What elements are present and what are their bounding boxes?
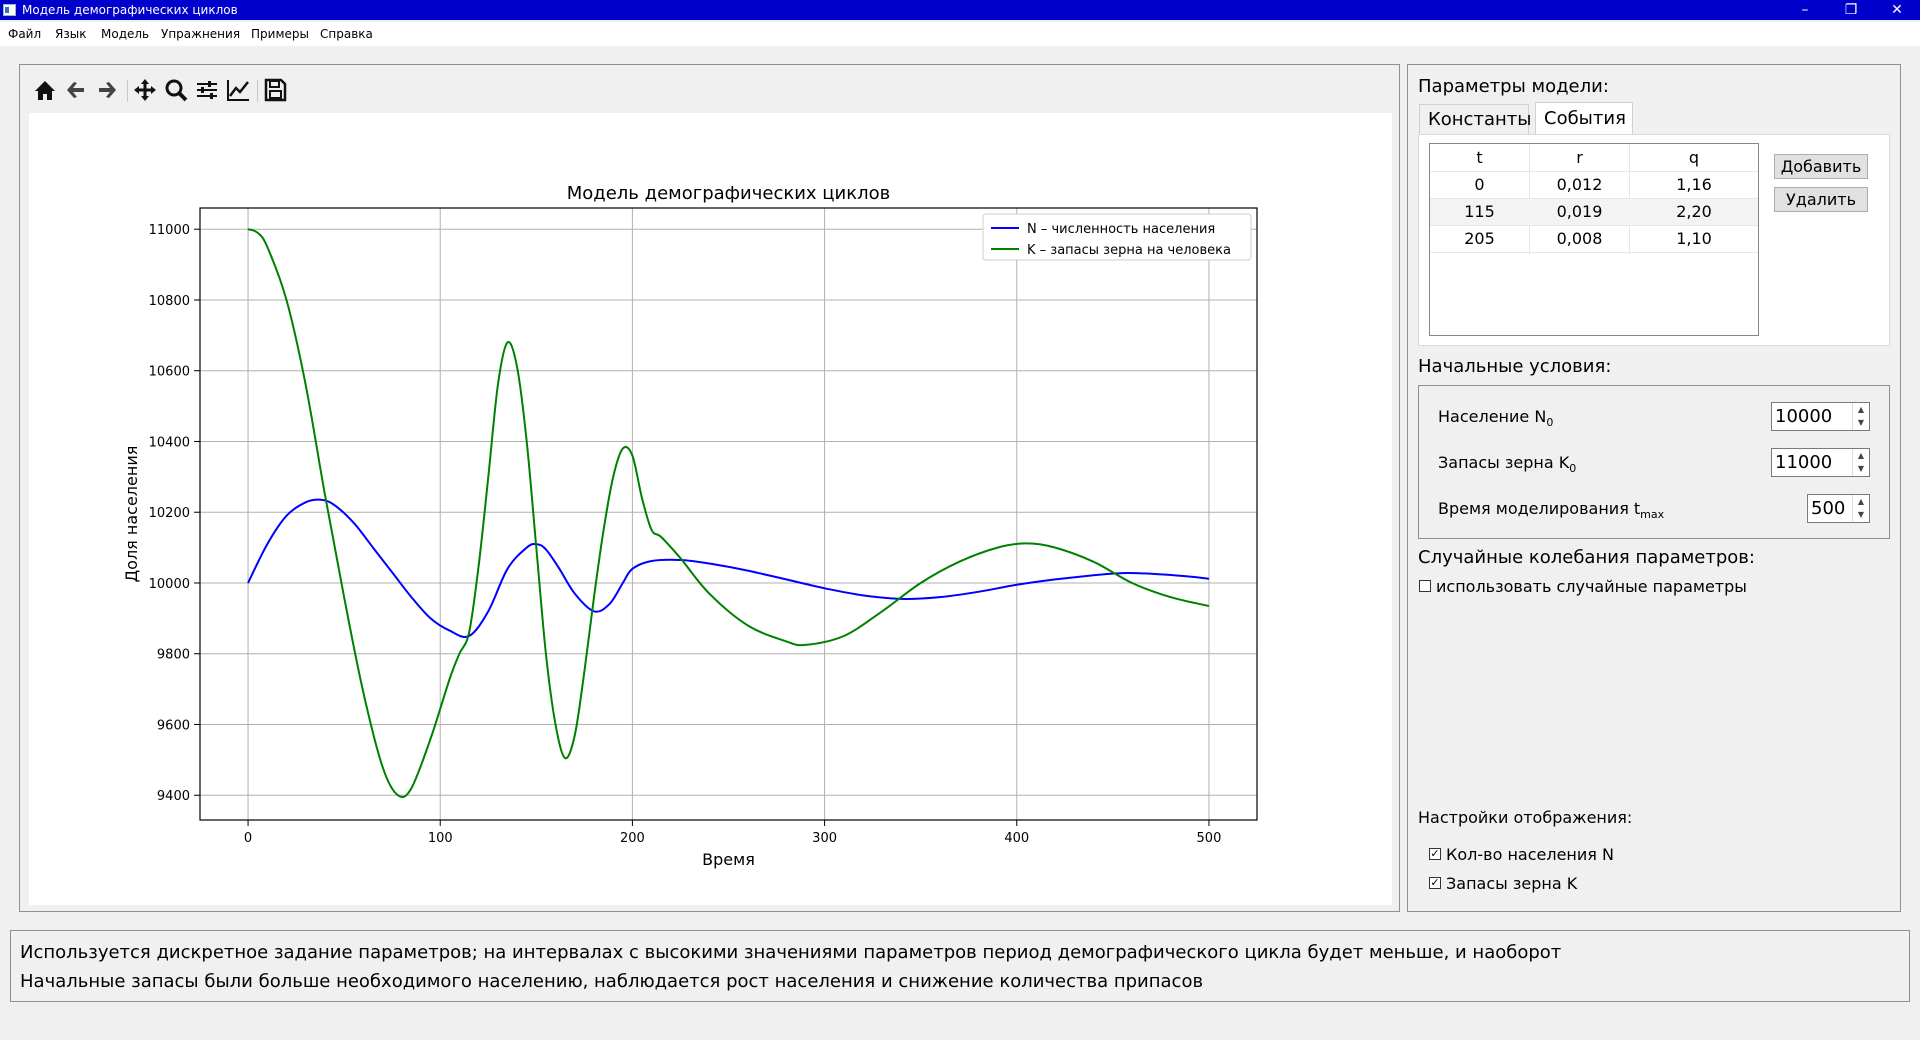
table-cell[interactable]: 0	[1430, 172, 1529, 198]
y-tick-label: 9800	[157, 648, 190, 663]
y-tick-label: 9600	[157, 718, 190, 733]
table-cell[interactable]: 0,019	[1530, 199, 1629, 225]
pan-icon[interactable]	[131, 76, 159, 104]
description-line-2: Начальные запасы были больше необходимог…	[20, 971, 1204, 992]
population-value[interactable]: 10000	[1775, 406, 1832, 427]
grain-value[interactable]: 11000	[1775, 452, 1832, 473]
table-cell[interactable]: 1,10	[1630, 226, 1758, 252]
forward-arrow-icon[interactable]	[93, 76, 121, 104]
y-tick-label: 9400	[157, 789, 190, 804]
grain-series-line	[247, 228, 1210, 799]
y-tick-label: 11000	[149, 223, 190, 238]
x-tick-label: 100	[428, 831, 453, 846]
x-tick-label: 0	[244, 831, 252, 846]
menu-examples[interactable]: Примеры	[251, 27, 309, 41]
x-axis-label: Время	[702, 850, 755, 869]
zoom-icon[interactable]	[162, 76, 190, 104]
display-settings-label: Настройки отображения:	[1418, 808, 1633, 827]
spin-down-icon[interactable]: ▼	[1853, 508, 1869, 521]
edit-axes-icon[interactable]	[224, 76, 252, 104]
table-cell[interactable]: 2,20	[1630, 199, 1758, 225]
menu-bar: Файл Язык Модель Упражнения Примеры Спра…	[0, 22, 1920, 46]
table-cell[interactable]: 0,012	[1530, 172, 1629, 198]
x-tick-label: 300	[812, 831, 837, 846]
y-tick-label: 10400	[149, 435, 190, 450]
add-event-button[interactable]: Добавить	[1774, 154, 1868, 179]
initial-conditions-label: Начальные условия:	[1418, 356, 1612, 377]
close-button[interactable]: ✕	[1874, 0, 1920, 20]
show-grain-checkbox[interactable]: ✓	[1429, 877, 1441, 889]
time-spinbox[interactable]: 500 ▲ ▼	[1807, 494, 1870, 523]
title-bar: Модель демографических циклов – ❐ ✕	[0, 0, 1920, 20]
chart-legend: N – численность населения K – запасы зерн…	[982, 213, 1252, 261]
table-cell[interactable]: 115	[1430, 199, 1529, 225]
spin-up-icon[interactable]: ▲	[1853, 403, 1869, 416]
menu-help[interactable]: Справка	[320, 27, 373, 41]
delete-event-button[interactable]: Удалить	[1774, 187, 1868, 212]
y-tick-label: 10200	[149, 506, 190, 521]
chart-svg: 0 100 200 300 400 500 9400 9600 9800 10000 10200 10…	[122, 183, 1258, 869]
table-cell[interactable]: 1,16	[1630, 172, 1758, 198]
show-grain-label[interactable]: Запасы зерна K	[1446, 874, 1577, 893]
random-params-label: Случайные колебания параметров:	[1418, 547, 1755, 568]
x-tick-label: 200	[620, 831, 645, 846]
table-cell[interactable]: 0,008	[1530, 226, 1629, 252]
table-header-q[interactable]: q	[1630, 145, 1758, 171]
show-population-label[interactable]: Кол-во населения N	[1446, 845, 1614, 864]
spin-down-icon[interactable]: ▼	[1853, 462, 1869, 475]
window-title: Модель демографических циклов	[22, 3, 238, 17]
menu-exercises[interactable]: Упражнения	[161, 27, 240, 41]
chart-title: Модель демографических циклов	[567, 183, 891, 204]
spin-up-icon[interactable]: ▲	[1853, 495, 1869, 508]
description-box: Используется дискретное задание параметр…	[10, 930, 1910, 1002]
description-line-1: Используется дискретное задание параметр…	[20, 942, 1562, 963]
legend-label: N – численность населения	[1027, 222, 1215, 237]
population-label: Население N0	[1438, 407, 1554, 430]
app-icon	[3, 4, 16, 16]
toolbar-separator	[127, 80, 128, 102]
chart-canvas[interactable]: 0 100 200 300 400 500 9400 9600 9800 10000 10200 10…	[29, 113, 1392, 905]
menu-file[interactable]: Файл	[8, 27, 41, 41]
tab-constants[interactable]: Константы	[1419, 104, 1531, 134]
save-icon[interactable]	[261, 76, 289, 104]
y-tick-label: 10000	[149, 577, 190, 592]
y-tick-label: 10800	[149, 294, 190, 309]
table-cell[interactable]: 205	[1430, 226, 1529, 252]
random-params-checkbox[interactable]	[1419, 580, 1431, 592]
random-params-checkbox-label[interactable]: использовать случайные параметры	[1436, 577, 1747, 596]
show-population-checkbox[interactable]: ✓	[1429, 848, 1441, 860]
time-value[interactable]: 500	[1811, 498, 1845, 519]
y-tick-label: 10600	[149, 365, 190, 380]
x-tick-label: 400	[1004, 831, 1029, 846]
spin-up-icon[interactable]: ▲	[1853, 449, 1869, 462]
table-header-r[interactable]: r	[1530, 145, 1629, 171]
subplots-config-icon[interactable]	[193, 76, 221, 104]
restore-button[interactable]: ❐	[1828, 0, 1874, 20]
model-params-label: Параметры модели:	[1418, 76, 1609, 97]
tab-events[interactable]: События	[1535, 102, 1633, 135]
toolbar-separator	[257, 80, 258, 102]
minimize-button[interactable]: –	[1782, 0, 1828, 20]
table-header-t[interactable]: t	[1430, 145, 1529, 171]
time-label: Время моделирования tmax	[1438, 499, 1665, 522]
y-axis-label: Доля населения	[122, 446, 141, 583]
menu-model[interactable]: Модель	[101, 27, 149, 41]
legend-label: K – запасы зерна на человека	[1027, 243, 1231, 258]
population-series-line	[247, 498, 1210, 638]
home-icon[interactable]	[31, 76, 59, 104]
population-spinbox[interactable]: 10000 ▲ ▼	[1771, 402, 1870, 431]
grain-spinbox[interactable]: 11000 ▲ ▼	[1771, 448, 1870, 477]
events-table[interactable]: t r q 0 0,012 1,16 115 0,019 2,20 205 0,…	[1429, 143, 1759, 336]
spin-down-icon[interactable]: ▼	[1853, 416, 1869, 429]
back-arrow-icon[interactable]	[62, 76, 90, 104]
x-tick-label: 500	[1197, 831, 1222, 846]
menu-language[interactable]: Язык	[55, 27, 86, 41]
grain-label: Запасы зерна K0	[1438, 453, 1577, 476]
